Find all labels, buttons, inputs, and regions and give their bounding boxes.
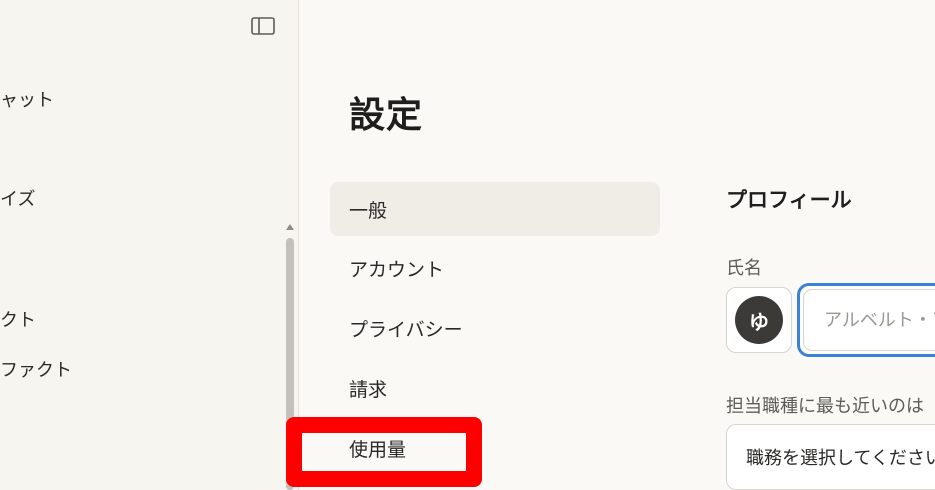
settings-nav-label: 使用量 [349,438,407,461]
settings-nav-account[interactable]: アカウント [330,241,660,295]
full-name-input[interactable] [803,289,935,351]
settings-nav-billing[interactable]: 請求 [330,361,660,415]
settings-nav-label: アカウント [349,258,445,281]
settings-nav-usage[interactable]: 使用量 [330,421,660,475]
avatar-button[interactable]: ゆ [726,287,792,353]
profile-section-title: プロフィール [726,188,852,212]
sidebar-item-project[interactable]: クト [0,306,36,332]
page-title: 設定 [349,94,424,136]
sidebar-item-label: ャット [0,90,54,111]
job-label: 担当職種に最も近いのは [726,396,924,417]
sidebar-item-quiz[interactable]: イズ [0,185,35,211]
avatar: ゆ [735,296,783,344]
sidebar-toggle-icon[interactable] [250,16,276,36]
settings-nav-privacy[interactable]: プライバシー [330,301,660,355]
sidebar-item-artifact[interactable]: ファクト [0,356,72,382]
job-role-select[interactable]: 職務を選択してください [726,424,935,490]
sidebar-item-chat[interactable]: ャット [0,86,54,112]
settings-nav-label: プライバシー [349,318,463,341]
scrollbar[interactable] [286,238,294,490]
sidebar: ャット イズ クト ファクト [0,0,299,490]
settings-nav-label: 一般 [349,199,388,222]
name-label: 氏名 [726,258,762,279]
settings-nav-general[interactable]: 一般 [330,182,660,236]
name-input-focus-ring [797,283,935,357]
settings-nav-label: 請求 [349,378,388,401]
sidebar-item-label: クト [0,310,36,331]
scroll-up-arrow-icon[interactable] [286,224,294,230]
sidebar-item-label: ファクト [0,360,72,381]
sidebar-item-label: イズ [0,189,36,210]
job-select-value: 職務を選択してください [746,448,935,469]
